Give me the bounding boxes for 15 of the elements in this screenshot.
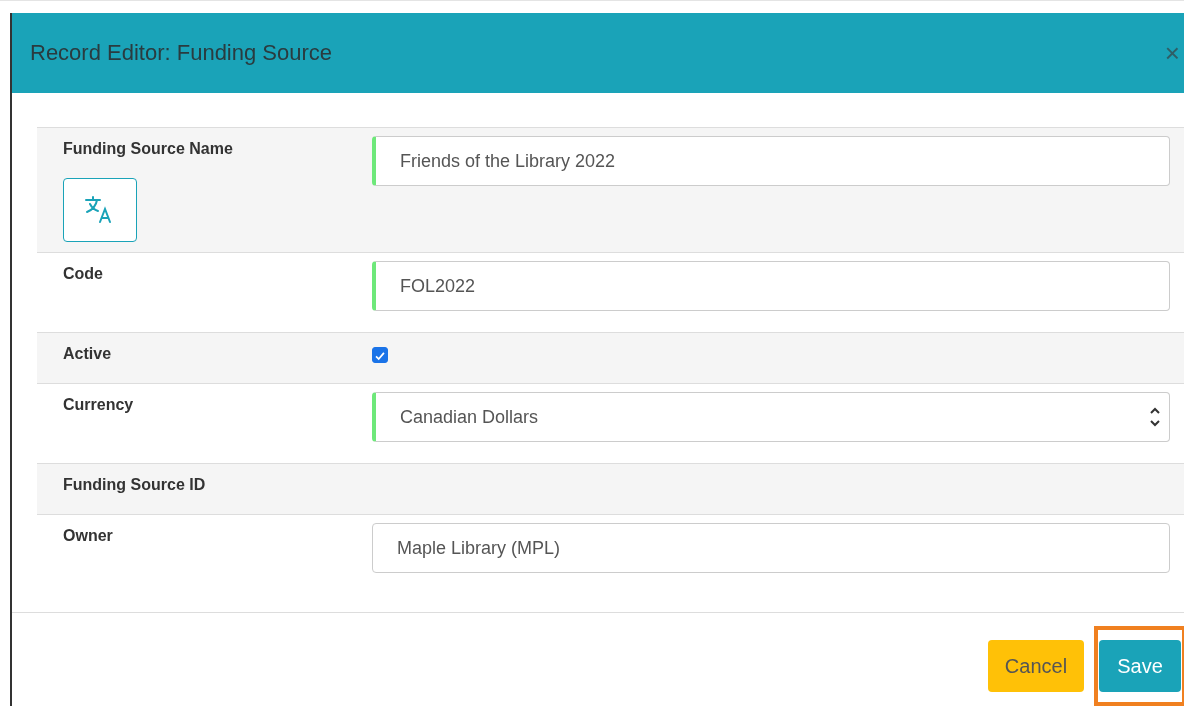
checkbox[interactable] <box>372 347 388 363</box>
cancel-button[interactable]: Cancel <box>988 640 1084 692</box>
text-field[interactable]: FOL2022 <box>372 261 1170 311</box>
field-label: Owner <box>63 526 113 545</box>
field-label: Code <box>63 264 103 283</box>
field-label: Funding Source Name <box>63 139 233 158</box>
field-label: Active <box>63 344 112 363</box>
translate-button[interactable] <box>63 178 137 242</box>
select-field[interactable]: Canadian Dollars <box>372 392 1170 442</box>
updown-icon <box>1149 406 1161 428</box>
field-label: Currency <box>63 395 134 414</box>
dialog-title: Record Editor: Funding Source <box>30 40 333 66</box>
text-field[interactable]: Friends of the Library 2022 <box>372 136 1170 186</box>
field-label: Funding Source ID <box>63 475 206 494</box>
text-field[interactable]: Maple Library (MPL) <box>372 523 1170 573</box>
